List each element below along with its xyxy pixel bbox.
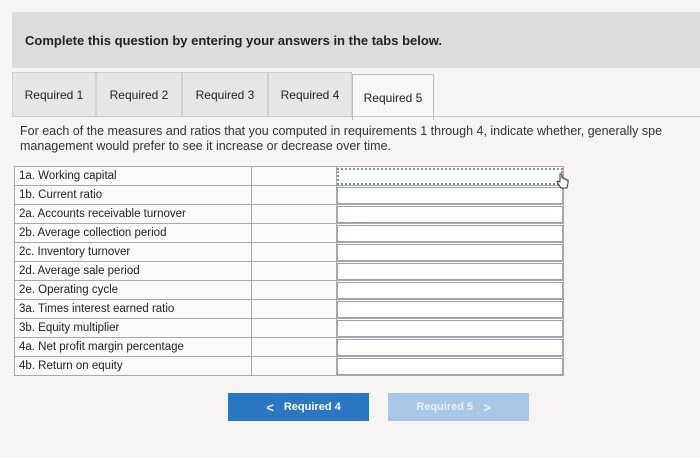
- answer-select[interactable]: [337, 243, 563, 261]
- tab-label: Required 4: [280, 87, 340, 102]
- answer-table: 1a. Working capital 1b. Current ratio 2a…: [14, 166, 564, 376]
- row-label: 2c. Inventory turnover: [14, 242, 252, 262]
- instruction-text: Complete this question by entering your …: [25, 33, 443, 48]
- row-label: 3b. Equity multiplier: [14, 318, 252, 338]
- answer-select[interactable]: [337, 281, 563, 299]
- blank-cell: [251, 337, 337, 357]
- tab-required-4[interactable]: Required 4: [268, 72, 352, 116]
- blank-cell: [251, 299, 337, 319]
- answer-select[interactable]: [337, 338, 563, 356]
- table-row: 2d. Average sale period: [14, 261, 564, 281]
- tab-required-1[interactable]: Required 1: [12, 72, 96, 116]
- blank-cell: [251, 280, 337, 300]
- blank-cell: [251, 242, 337, 262]
- blank-cell: [251, 223, 337, 243]
- answer-select[interactable]: [337, 186, 563, 204]
- row-label: 4b. Return on equity: [14, 356, 252, 376]
- table-row: 3a. Times interest earned ratio: [14, 299, 564, 319]
- tab-required-5[interactable]: Required 5: [352, 74, 434, 120]
- blank-cell: [251, 185, 337, 205]
- row-label: 4a. Net profit margin percentage: [14, 337, 252, 357]
- question-prompt: For each of the measures and ratios that…: [20, 124, 700, 154]
- table-row: 1b. Current ratio: [14, 185, 564, 205]
- table-row: 2e. Operating cycle: [14, 280, 564, 300]
- table-row: 2a. Accounts receivable turnover: [14, 204, 564, 224]
- answer-select[interactable]: [337, 319, 563, 337]
- tab-label: Required 2: [109, 87, 169, 102]
- row-label: 1a. Working capital: [14, 166, 252, 186]
- row-label: 1b. Current ratio: [14, 185, 252, 205]
- blank-cell: [251, 318, 337, 338]
- blank-cell: [251, 166, 337, 186]
- blank-cell: [251, 261, 337, 281]
- answer-select[interactable]: [337, 205, 563, 223]
- table-row: 3b. Equity multiplier: [14, 318, 564, 338]
- tab-label: Required 5: [363, 90, 423, 105]
- row-label: 2b. Average collection period: [14, 223, 252, 243]
- row-label: 2a. Accounts receivable turnover: [14, 204, 252, 224]
- table-row: 4a. Net profit margin percentage: [14, 337, 564, 357]
- row-label: 2e. Operating cycle: [14, 280, 252, 300]
- tab-content-divider: [12, 116, 700, 117]
- tab-required-3[interactable]: Required 3: [182, 72, 268, 116]
- chevron-right-icon: >: [483, 399, 491, 415]
- row-label: 2d. Average sale period: [14, 261, 252, 281]
- prompt-line-2: management would prefer to see it increa…: [20, 139, 392, 153]
- answer-select[interactable]: [337, 357, 563, 375]
- prompt-line-1: For each of the measures and ratios that…: [20, 124, 663, 138]
- previous-tab-label: Required 4: [283, 401, 341, 413]
- table-row: 2c. Inventory turnover: [14, 242, 564, 262]
- answer-select[interactable]: [337, 300, 563, 318]
- blank-cell: [251, 356, 337, 376]
- row-label: 3a. Times interest earned ratio: [14, 299, 252, 319]
- chevron-left-icon: <: [266, 399, 274, 415]
- tab-label: Required 1: [24, 87, 84, 102]
- next-tab-label: Required 5: [416, 401, 474, 413]
- table-row: 4b. Return on equity: [14, 356, 564, 376]
- tab-label: Required 3: [195, 87, 255, 102]
- next-tab-button[interactable]: Required 5 >: [388, 393, 529, 421]
- previous-tab-button[interactable]: < Required 4: [228, 393, 369, 421]
- tab-required-2[interactable]: Required 2: [96, 72, 182, 116]
- blank-cell: [251, 204, 337, 224]
- hand-cursor-icon: [556, 173, 569, 189]
- table-row: 1a. Working capital: [14, 166, 564, 186]
- answer-select[interactable]: [337, 262, 563, 280]
- answer-select[interactable]: [337, 224, 563, 242]
- answer-select[interactable]: [337, 167, 563, 185]
- table-row: 2b. Average collection period: [14, 223, 564, 243]
